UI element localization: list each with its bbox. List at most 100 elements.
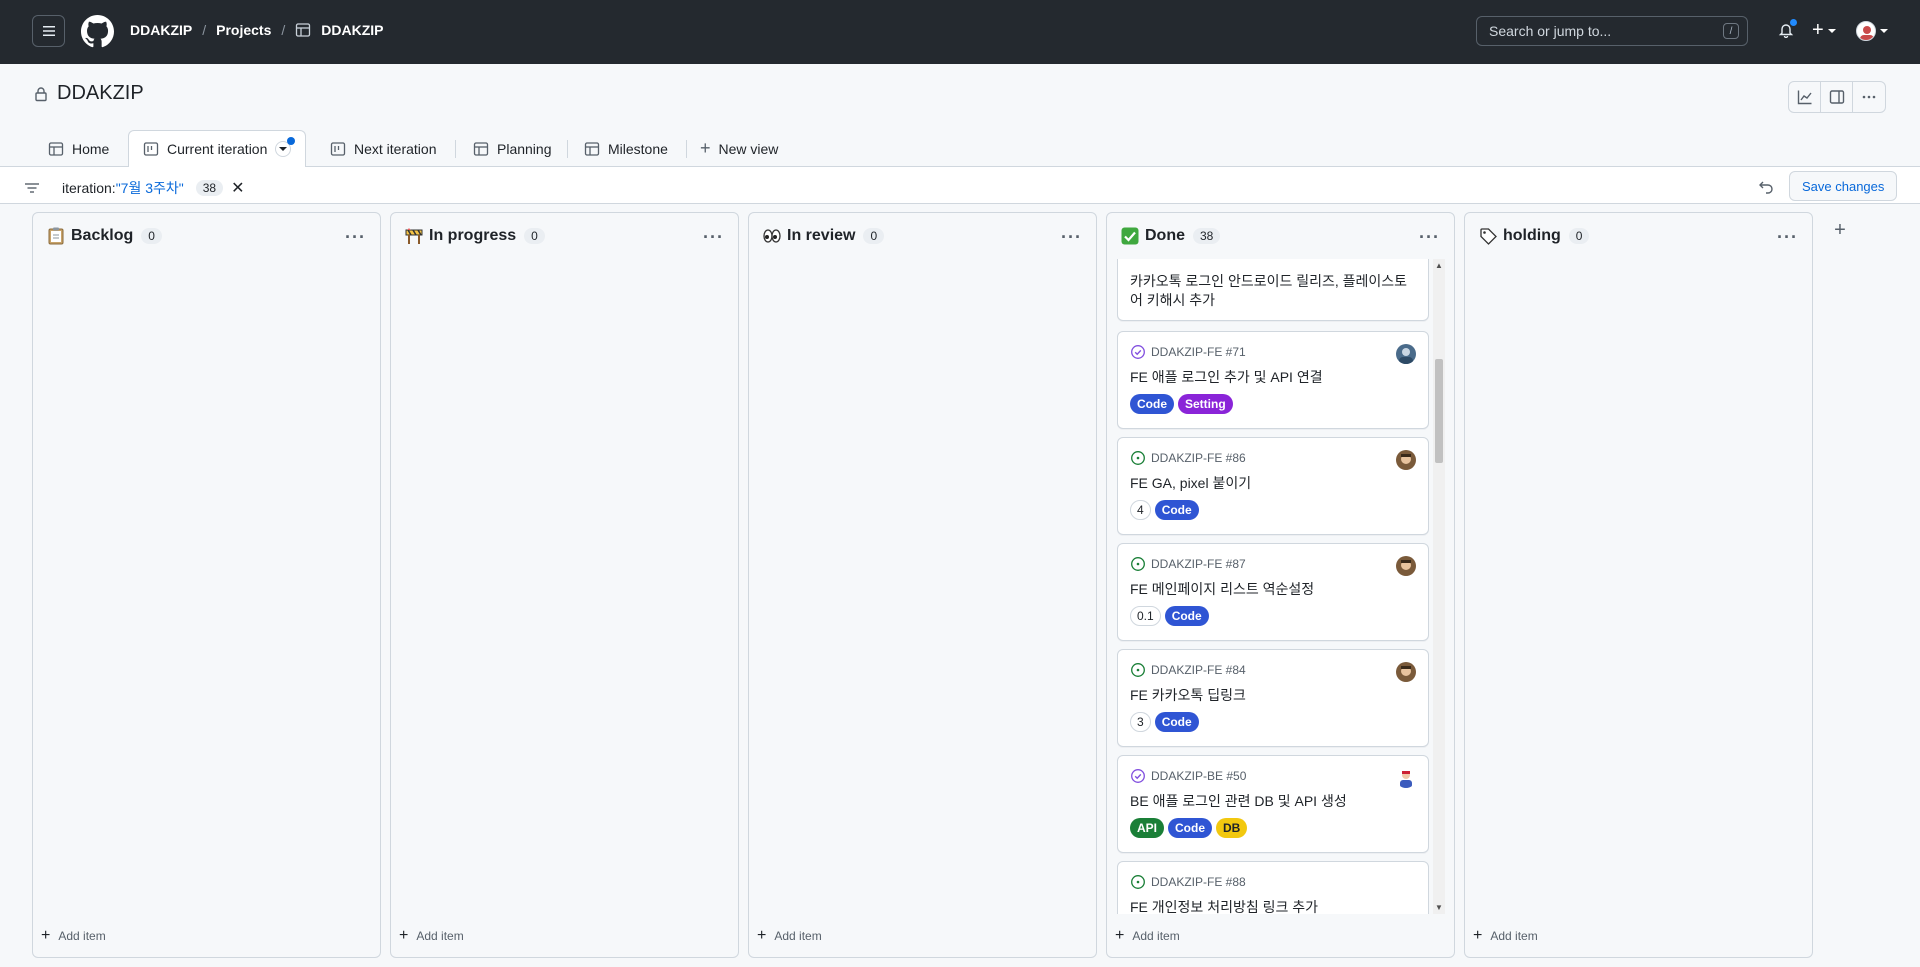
add-item-button[interactable]: + Add item bbox=[1115, 927, 1180, 945]
scrollbar[interactable]: ▲ ▼ bbox=[1433, 259, 1445, 914]
tab-separator bbox=[567, 140, 568, 158]
plus-icon: + bbox=[1115, 927, 1125, 944]
card-reference: DDAKZIP-FE #86 bbox=[1130, 450, 1246, 466]
label-setting[interactable]: Setting bbox=[1178, 394, 1233, 414]
add-item-button[interactable]: + Add item bbox=[1473, 927, 1538, 945]
card-title[interactable]: 카카오톡 로그인 안드로이드 릴리즈, 플레이스토어 키해시 추가 bbox=[1130, 272, 1416, 310]
tab-home[interactable]: Home bbox=[48, 130, 109, 167]
notifications-button[interactable] bbox=[1778, 18, 1798, 41]
label-code[interactable]: Code bbox=[1130, 394, 1174, 414]
breadcrumb-owner[interactable]: DDAKZIP bbox=[130, 22, 192, 38]
card-title[interactable]: FE 애플 로그인 추가 및 API 연결 bbox=[1130, 368, 1416, 387]
breadcrumb-separator: / bbox=[202, 22, 207, 38]
card-title[interactable]: FE 메인페이지 리스트 역순설정 bbox=[1130, 580, 1416, 599]
create-new-button[interactable]: + bbox=[1812, 19, 1836, 42]
breadcrumb-project[interactable]: DDAKZIP bbox=[321, 22, 383, 38]
column-header: In review 0 bbox=[763, 227, 885, 245]
label-code[interactable]: Code bbox=[1154, 500, 1199, 520]
add-item-label: Add item bbox=[58, 929, 106, 943]
done-card-list: 카카오톡 로그인 안드로이드 릴리즈, 플레이스토어 키해시 추가 DDAKZI… bbox=[1117, 259, 1431, 914]
chevron-down-icon bbox=[1880, 29, 1888, 33]
add-column-button[interactable]: + bbox=[1824, 214, 1856, 246]
lock-icon bbox=[33, 86, 49, 102]
label-code[interactable]: Code bbox=[1164, 606, 1209, 626]
tab-next-iteration[interactable]: Next iteration bbox=[330, 130, 436, 167]
table-icon bbox=[48, 141, 64, 156]
avatar bbox=[1396, 662, 1416, 682]
add-item-button[interactable]: + Add item bbox=[41, 927, 106, 945]
list-item[interactable]: DDAKZIP-FE #71 FE 애플 로그인 추가 및 API 연결 Cod… bbox=[1117, 331, 1429, 429]
card-title[interactable]: FE GA, pixel 붙이기 bbox=[1130, 474, 1416, 493]
column-count: 0 bbox=[863, 228, 885, 244]
column-in-review: In review 0 ··· + Add item bbox=[748, 212, 1097, 958]
column-menu-button[interactable]: ··· bbox=[1777, 227, 1798, 248]
save-changes-button[interactable]: Save changes bbox=[1789, 171, 1898, 201]
avatar bbox=[1856, 21, 1876, 41]
label-code[interactable]: Code bbox=[1154, 712, 1199, 732]
list-item[interactable]: 카카오톡 로그인 안드로이드 릴리즈, 플레이스토어 키해시 추가 bbox=[1117, 259, 1429, 321]
column-menu-button[interactable]: ··· bbox=[1419, 227, 1440, 248]
column-menu-button[interactable]: ··· bbox=[345, 227, 366, 248]
card-reference: DDAKZIP-FE #71 bbox=[1130, 344, 1246, 360]
card-ref-text[interactable]: DDAKZIP-BE #50 bbox=[1151, 769, 1246, 783]
add-item-button[interactable]: + Add item bbox=[399, 927, 464, 945]
view-options-button[interactable] bbox=[275, 137, 296, 157]
column-menu-button[interactable]: ··· bbox=[1061, 227, 1082, 248]
tab-current-iteration[interactable]: Current iteration bbox=[128, 130, 307, 167]
breadcrumb-projects[interactable]: Projects bbox=[216, 22, 271, 38]
tab-milestone[interactable]: Milestone bbox=[584, 130, 668, 167]
plus-icon: + bbox=[1812, 19, 1824, 41]
table-icon bbox=[473, 141, 489, 156]
card-ref-text[interactable]: DDAKZIP-FE #86 bbox=[1151, 451, 1246, 465]
list-item[interactable]: DDAKZIP-FE #86 FE GA, pixel 붙이기 4 Code bbox=[1117, 437, 1429, 535]
scroll-down-icon[interactable]: ▼ bbox=[1435, 903, 1443, 912]
card-ref-text[interactable]: DDAKZIP-FE #84 bbox=[1151, 663, 1246, 677]
card-labels: 0.1 Code bbox=[1130, 606, 1209, 626]
card-ref-text[interactable]: DDAKZIP-FE #88 bbox=[1151, 875, 1246, 889]
search-input[interactable]: Search or jump to... / bbox=[1476, 16, 1748, 46]
list-item[interactable]: DDAKZIP-FE #84 FE 카카오톡 딥링크 3 Code bbox=[1117, 649, 1429, 747]
insights-button[interactable] bbox=[1789, 82, 1821, 112]
label-code[interactable]: Code bbox=[1168, 818, 1213, 838]
tab-planning[interactable]: Planning bbox=[473, 130, 552, 167]
search-placeholder: Search or jump to... bbox=[1489, 23, 1612, 39]
kebab-horizontal-icon bbox=[1862, 95, 1876, 99]
project-title: DDAKZIP bbox=[57, 82, 144, 104]
column-menu-button[interactable]: ··· bbox=[703, 227, 724, 248]
hamburger-icon bbox=[42, 26, 55, 36]
estimate-badge: 0.1 bbox=[1130, 606, 1161, 626]
list-item[interactable]: DDAKZIP-FE #87 FE 메인페이지 리스트 역순설정 0.1 Cod… bbox=[1117, 543, 1429, 641]
label-db[interactable]: DB bbox=[1216, 818, 1248, 838]
list-item[interactable]: DDAKZIP-FE #88 FE 개인정보 처리방침 링크 추가 bbox=[1117, 861, 1429, 914]
scroll-up-icon[interactable]: ▲ bbox=[1435, 261, 1443, 270]
new-view-button[interactable]: + New view bbox=[700, 130, 778, 167]
filter-result-count: 38 bbox=[195, 180, 224, 196]
scrollbar-thumb[interactable] bbox=[1435, 359, 1443, 463]
filter-icon[interactable] bbox=[24, 180, 40, 199]
plus-icon: + bbox=[399, 927, 409, 944]
card-labels: API Code DB bbox=[1130, 818, 1248, 838]
discard-changes-button[interactable] bbox=[1758, 179, 1774, 198]
column-title: Done bbox=[1145, 227, 1185, 244]
card-ref-text[interactable]: DDAKZIP-FE #71 bbox=[1151, 345, 1246, 359]
list-item[interactable]: DDAKZIP-BE #50 BE 애플 로그인 관련 DB 및 API 생성 … bbox=[1117, 755, 1429, 853]
github-logo-icon[interactable] bbox=[81, 15, 114, 48]
card-labels: Code Setting bbox=[1130, 394, 1233, 414]
menu-button[interactable] bbox=[32, 15, 65, 47]
avatar bbox=[1396, 768, 1416, 788]
card-ref-text[interactable]: DDAKZIP-FE #87 bbox=[1151, 557, 1246, 571]
table-icon bbox=[584, 141, 600, 156]
breadcrumb-separator: / bbox=[281, 22, 286, 38]
chevron-down-icon bbox=[279, 147, 288, 151]
side-panel-button[interactable] bbox=[1821, 82, 1853, 112]
label-api[interactable]: API bbox=[1130, 818, 1165, 838]
add-item-button[interactable]: + Add item bbox=[757, 927, 822, 945]
filter-input[interactable]: iteration: "7월 3주차" 38 ✕ bbox=[62, 178, 245, 198]
card-title[interactable]: BE 애플 로그인 관련 DB 및 API 생성 bbox=[1130, 792, 1416, 811]
project-menu-button[interactable] bbox=[1853, 82, 1885, 112]
clear-filter-icon[interactable]: ✕ bbox=[231, 178, 244, 198]
user-menu-button[interactable] bbox=[1856, 21, 1888, 41]
card-title[interactable]: FE 카카오톡 딥링크 bbox=[1130, 686, 1416, 705]
card-title[interactable]: FE 개인정보 처리방침 링크 추가 bbox=[1130, 898, 1416, 914]
column-in-progress: In progress 0 ··· + Add item bbox=[390, 212, 739, 958]
